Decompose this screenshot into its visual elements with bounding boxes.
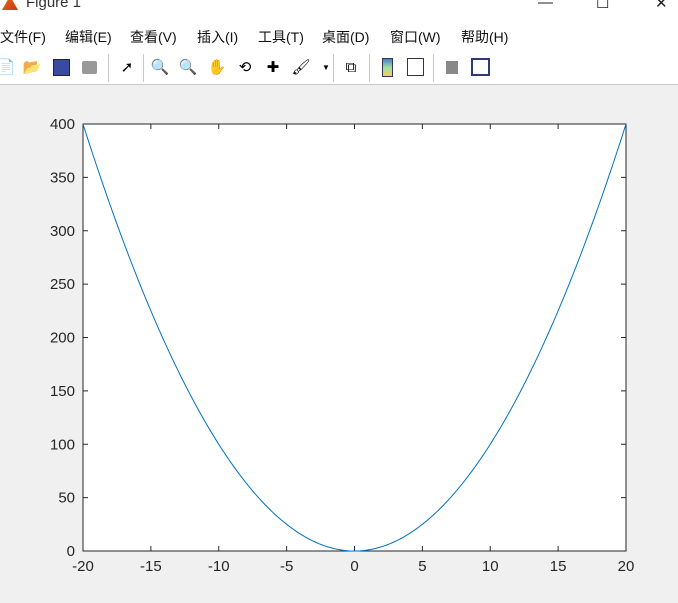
- zoom-in-icon[interactable]: 🔍: [150, 57, 170, 77]
- open-file-icon[interactable]: 📂: [22, 57, 42, 77]
- close-button[interactable]: ✕: [655, 0, 668, 12]
- show-plot-tools-icon[interactable]: [470, 57, 490, 77]
- maximize-button[interactable]: ☐: [596, 0, 609, 12]
- new-figure-icon[interactable]: 📄: [0, 57, 16, 77]
- menu-view[interactable]: 查看(V): [130, 27, 177, 47]
- x-tick-label: 15: [550, 558, 567, 575]
- y-tick-label: 200: [50, 330, 75, 347]
- x-tick-label: 20: [618, 558, 635, 575]
- x-tick-label: -15: [140, 558, 162, 575]
- print-icon[interactable]: [79, 57, 99, 77]
- y-tick-label: 100: [50, 436, 75, 453]
- save-icon[interactable]: [51, 57, 71, 77]
- zoom-out-icon[interactable]: 🔍: [178, 57, 198, 77]
- x-tick-label: -10: [208, 558, 230, 575]
- toolbar: 📄 📂 ➚ 🔍 🔍 ✋ ⟲ ✚ 🖌 ▼ ⧉: [0, 50, 678, 85]
- y-tick-label: 400: [50, 116, 75, 133]
- edit-plot-arrow-icon[interactable]: ➚: [117, 57, 137, 77]
- minimize-button[interactable]: —: [538, 0, 553, 11]
- y-tick-label: 350: [50, 169, 75, 186]
- colorbar-icon[interactable]: [377, 57, 397, 77]
- x-tick-label: -5: [280, 558, 293, 575]
- pan-hand-icon[interactable]: ✋: [207, 57, 227, 77]
- y-tick-label: 0: [67, 543, 75, 560]
- menu-file[interactable]: 文件(F): [0, 27, 46, 47]
- menu-help[interactable]: 帮助(H): [461, 27, 508, 47]
- menu-bar: 文件(F) 编辑(E) 查看(V) 插入(I) 工具(T) 桌面(D) 窗口(W…: [0, 20, 678, 50]
- y-tick-label: 300: [50, 223, 75, 240]
- menu-edit[interactable]: 编辑(E): [65, 27, 112, 47]
- matlab-icon: [2, 0, 18, 10]
- y-tick-label: 50: [58, 490, 75, 507]
- y-tick-label: 250: [50, 276, 75, 293]
- axes-box: [82, 123, 627, 552]
- x-tick-label: 0: [350, 558, 358, 575]
- menu-window[interactable]: 窗口(W): [390, 27, 441, 47]
- menu-tools[interactable]: 工具(T): [258, 27, 304, 47]
- x-tick-label: 10: [482, 558, 499, 575]
- plot-area[interactable]: -20 -15 -10 -5 0 5 10 15 20050100150200250300350…: [0, 85, 678, 603]
- hide-plot-tools-icon[interactable]: [442, 57, 462, 77]
- x-tick-label: -20: [72, 558, 94, 575]
- menu-insert[interactable]: 插入(I): [197, 27, 238, 47]
- axes: -20 -15 -10 -5 0 5 10 15 20050100150200250300350…: [50, 116, 634, 575]
- brush-icon[interactable]: 🖌: [291, 57, 311, 77]
- menu-desktop[interactable]: 桌面(D): [322, 27, 369, 47]
- window-title: Figure 1: [26, 0, 82, 11]
- x-tick-label: 5: [418, 558, 426, 575]
- legend-icon[interactable]: [405, 57, 425, 77]
- link-plot-icon[interactable]: ⧉: [341, 57, 361, 77]
- rotate-3d-icon[interactable]: ⟲: [235, 57, 255, 77]
- y-tick-label: 150: [50, 383, 75, 400]
- title-bar: Figure 1 — ☐ ✕: [0, 0, 678, 20]
- data-cursor-icon[interactable]: ✚: [263, 57, 283, 77]
